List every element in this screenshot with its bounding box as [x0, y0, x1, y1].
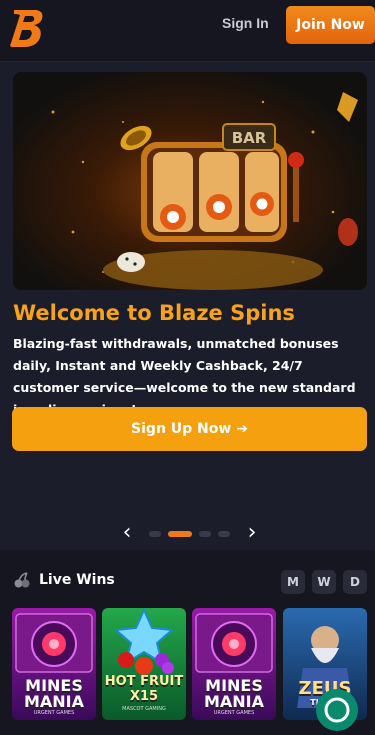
filter-day-button[interactable]: D — [343, 570, 367, 594]
sign-in-button[interactable]: Sign In — [222, 15, 269, 31]
hero-title: Welcome to Blaze Spins — [13, 301, 295, 325]
game-tile-mines-mania[interactable]: MINES MANIA URGENT GAMES — [12, 608, 96, 720]
logo-icon[interactable] — [6, 4, 48, 50]
game-title: HOT FRUIT — [104, 674, 184, 689]
slot-machine-illustration: BAR — [51, 92, 358, 290]
game-provider: URGENT GAMES — [33, 710, 75, 716]
carousel-dot[interactable] — [149, 531, 161, 537]
carousel-dot[interactable] — [218, 531, 230, 537]
join-now-button[interactable]: Join Now — [286, 6, 375, 44]
live-wins-title: Live Wins — [39, 572, 115, 588]
promo-card: BAR Welcome to Blaze Spins Blazing-fast … — [0, 61, 375, 550]
slot-bar-sign: BAR — [232, 129, 267, 147]
carousel-dot[interactable] — [199, 531, 211, 537]
game-title: MANIA — [23, 692, 85, 711]
carousel-dot-active[interactable] — [168, 531, 192, 537]
live-wins-header: Live Wins — [13, 571, 115, 589]
carousel-prev-button[interactable]: ‹ — [119, 522, 135, 544]
game-tile-hot-fruit[interactable]: HOT FRUIT X15 MASCOT GAMING — [102, 608, 186, 720]
carousel-next-button[interactable]: › — [244, 522, 260, 544]
game-provider: URGENT GAMES — [213, 710, 255, 716]
header: Sign In Join Now — [0, 0, 375, 54]
game-provider: MASCOT GAMING — [122, 706, 166, 712]
chat-icon — [324, 697, 350, 723]
filter-week-button[interactable]: W — [312, 570, 336, 594]
chat-support-button[interactable] — [316, 689, 358, 731]
cherries-icon — [14, 572, 30, 588]
game-title: X15 — [129, 689, 159, 704]
game-title: MANIA — [203, 692, 265, 711]
hero-banner-image[interactable]: BAR — [13, 72, 367, 290]
filter-month-button[interactable]: M — [281, 570, 305, 594]
sign-up-button[interactable]: Sign Up Now ➔ — [12, 407, 367, 451]
game-tile-mines-mania[interactable]: MINES MANIA URGENT GAMES — [192, 608, 276, 720]
